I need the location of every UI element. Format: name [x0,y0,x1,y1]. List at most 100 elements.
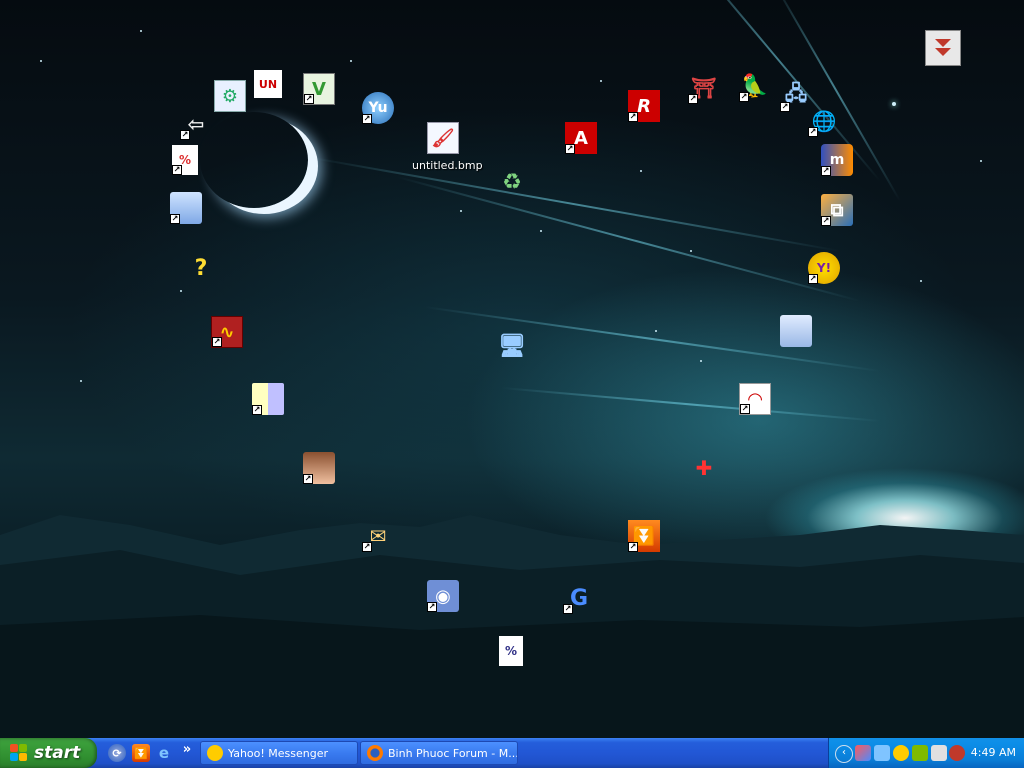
star [690,250,692,252]
star [892,102,896,106]
monitor-app-icon[interactable]: ∿ ↗ [211,316,243,348]
quicklaunch-browser-icon[interactable]: ⟳ [108,744,126,762]
shortcut-arrow-icon: ↗ [739,92,749,102]
task-label: Binh Phuoc Forum - M... [388,746,518,760]
star [980,160,982,162]
folder-icon[interactable]: ↗ [170,192,202,224]
yahoo-smiley-icon [207,745,223,761]
shortcut-arrow-icon: ↗ [688,94,698,104]
my-computer-icon[interactable]: 🖥 [496,330,528,362]
shortcut-arrow-icon: ↗ [252,405,262,415]
star [350,60,352,62]
light-streak [308,156,841,252]
star [140,30,142,32]
start-button[interactable]: start [0,738,97,768]
star [655,330,657,332]
shortcut-arrow-icon: ↗ [303,474,313,484]
tray-yahoo-icon[interactable] [893,745,909,761]
globe-icon[interactable]: 🌐 ↗ [808,105,840,137]
shortcut-arrow-icon: ↗ [427,602,437,612]
document-file-icon[interactable]: % [499,636,523,666]
star [640,170,642,172]
avira-icon[interactable]: R ↗ [628,90,660,122]
shortcut-arrow-icon: ↗ [628,112,638,122]
light-streak [396,175,861,302]
folder-icon[interactable] [780,315,812,347]
tray-security-icon[interactable] [912,745,928,761]
quicklaunch-flashget-icon[interactable]: ⏬ [132,744,150,762]
parrot-app-icon[interactable]: 🦜 ↗ [739,70,771,102]
double-chevron-down-icon [935,39,951,56]
shortcut-arrow-icon: ↗ [362,114,372,124]
crescent-moon [200,112,308,208]
doctor-app-icon[interactable]: ✚ [688,452,720,484]
shortcut-arrow-icon: ↗ [565,144,575,154]
messenger-m-icon[interactable]: m ↗ [821,144,853,176]
cursor-arrows-icon[interactable]: ⇦ ↗ [180,108,212,140]
shortcut-arrow-icon: ↗ [821,216,831,226]
temple-app-icon[interactable]: ⛩ ↗ [688,72,720,104]
shortcut-arrow-icon: ↗ [740,404,750,414]
star [40,60,42,62]
quicklaunch-more-button[interactable]: » [178,740,196,758]
avatar-game-icon[interactable]: ↗ [303,452,335,484]
star [700,360,702,362]
help-file-icon[interactable]: ? [185,252,217,284]
mountain-landscape [0,515,1024,738]
shortcut-arrow-icon: ↗ [170,214,180,224]
star [540,230,542,232]
unikey-icon[interactable]: UN [254,70,282,98]
notepad-v-icon[interactable]: V ↗ [303,73,335,105]
system-tray: ‹ 4:49 AM [828,738,1024,768]
adobe-glyph: A [574,127,588,149]
yu-icon[interactable]: Yu ↗ [362,92,394,124]
avira-glyph: R [637,95,651,117]
document-shortcut-icon[interactable]: % ↗ [172,145,198,175]
adobe-reader-icon[interactable]: A ↗ [565,122,597,154]
taskbar: start ⟳ ⏬ e » Yahoo! Messenger Binh Phuo… [0,738,1024,768]
show-hidden-icons-button[interactable]: ‹ [835,745,853,763]
star [600,80,602,82]
flashget-dropzone-button[interactable] [925,30,961,66]
untitled-bmp-label: untitled.bmp [412,159,483,172]
task-label: Yahoo! Messenger [228,746,329,760]
tray-volume-icon[interactable] [931,745,947,761]
light-streak [501,386,881,422]
shortcut-arrow-icon: ↗ [563,604,573,614]
desktop[interactable]: ⚙ UN V ↗ ⇦ ↗ Yu ↗ 🖌 untitled.bmp % ↗ ↗ ? ∿ ↗ … [0,0,1024,738]
start-label: start [34,743,81,763]
shortcut-arrow-icon: ↗ [808,127,818,137]
yahoo-glyph: Y! [816,261,832,275]
yahoo-messenger-icon[interactable]: Y! ↗ [808,252,840,284]
bitmap-file-icon[interactable]: 🖌 [427,122,459,154]
opera-style-icon[interactable]: ◠ ↗ [739,383,771,415]
shortcut-arrow-icon: ↗ [821,166,831,176]
eye-app-icon[interactable]: ◉ ↗ [427,580,459,612]
clock[interactable]: 4:49 AM [971,746,1016,759]
shortcut-arrow-icon: ↗ [362,542,372,552]
shortcut-arrow-icon: ↗ [628,542,638,552]
windows-logo-icon [10,744,28,762]
tray-app-icon[interactable] [949,745,965,761]
recycle-bin-icon[interactable]: ♻ [496,166,528,198]
shortcut-arrow-icon: ↗ [180,130,190,140]
star [180,290,182,292]
task-yahoo-messenger[interactable]: Yahoo! Messenger [200,741,358,765]
flashget-icon[interactable]: ⏬ ↗ [628,520,660,552]
setup-file-icon[interactable]: ⚙ [214,80,246,112]
g-app-icon[interactable]: G ↗ [563,582,595,614]
grid-app-icon[interactable]: ↗ [252,383,284,415]
star [920,280,922,282]
star [460,210,462,212]
mail-search-icon[interactable]: ✉ ↗ [362,520,394,552]
task-binh-phuoc-forum[interactable]: Binh Phuoc Forum - M... [360,741,518,765]
vmware-icon[interactable]: ⧉ ↗ [821,194,853,226]
shortcut-arrow-icon: ↗ [304,94,314,104]
tray-computer-icon[interactable] [874,745,890,761]
shortcut-arrow-icon: ↗ [172,165,182,175]
shortcut-arrow-icon: ↗ [212,337,222,347]
tray-network-icon[interactable] [855,745,871,761]
quicklaunch-ie-icon[interactable]: e [155,744,173,762]
firefox-icon [367,745,383,761]
star [80,380,82,382]
